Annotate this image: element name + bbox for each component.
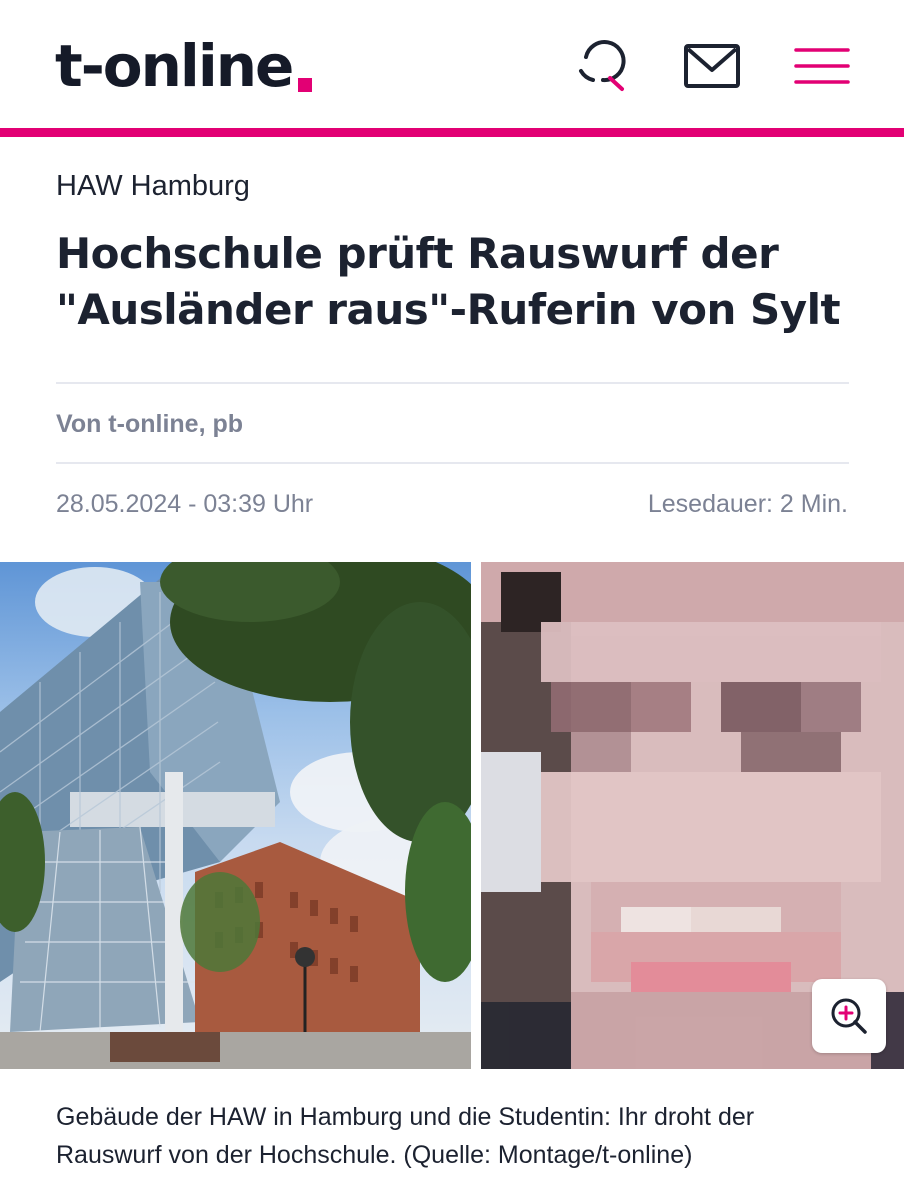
search-icon [579,40,626,91]
menu-icon [794,48,850,84]
header-accent-bar [0,128,904,137]
zoom-button[interactable] [812,979,886,1053]
site-header: t-online [0,0,904,128]
logo-dot [298,78,312,92]
site-logo[interactable]: t-online [55,30,294,102]
menu-button[interactable] [794,40,850,92]
article-kicker[interactable]: HAW Hamburg [56,168,250,204]
building-photo [0,562,471,1069]
image-caption: Gebäude der HAW in Hamburg und die Stude… [56,1103,755,1169]
divider [56,382,849,384]
divider [56,462,849,464]
mail-button[interactable] [684,40,740,92]
mail-icon [684,44,740,88]
article-headline: Hochschule prüft Rauswurf der "Ausländer… [56,229,841,334]
article-date: 28.05.2024 - 03:39 Uhr [56,490,314,518]
search-button[interactable] [572,40,628,92]
read-time: Lesedauer: 2 Min. [647,490,848,518]
zoom-in-icon [831,998,867,1034]
article-author: Von t-online, pb [56,410,243,438]
